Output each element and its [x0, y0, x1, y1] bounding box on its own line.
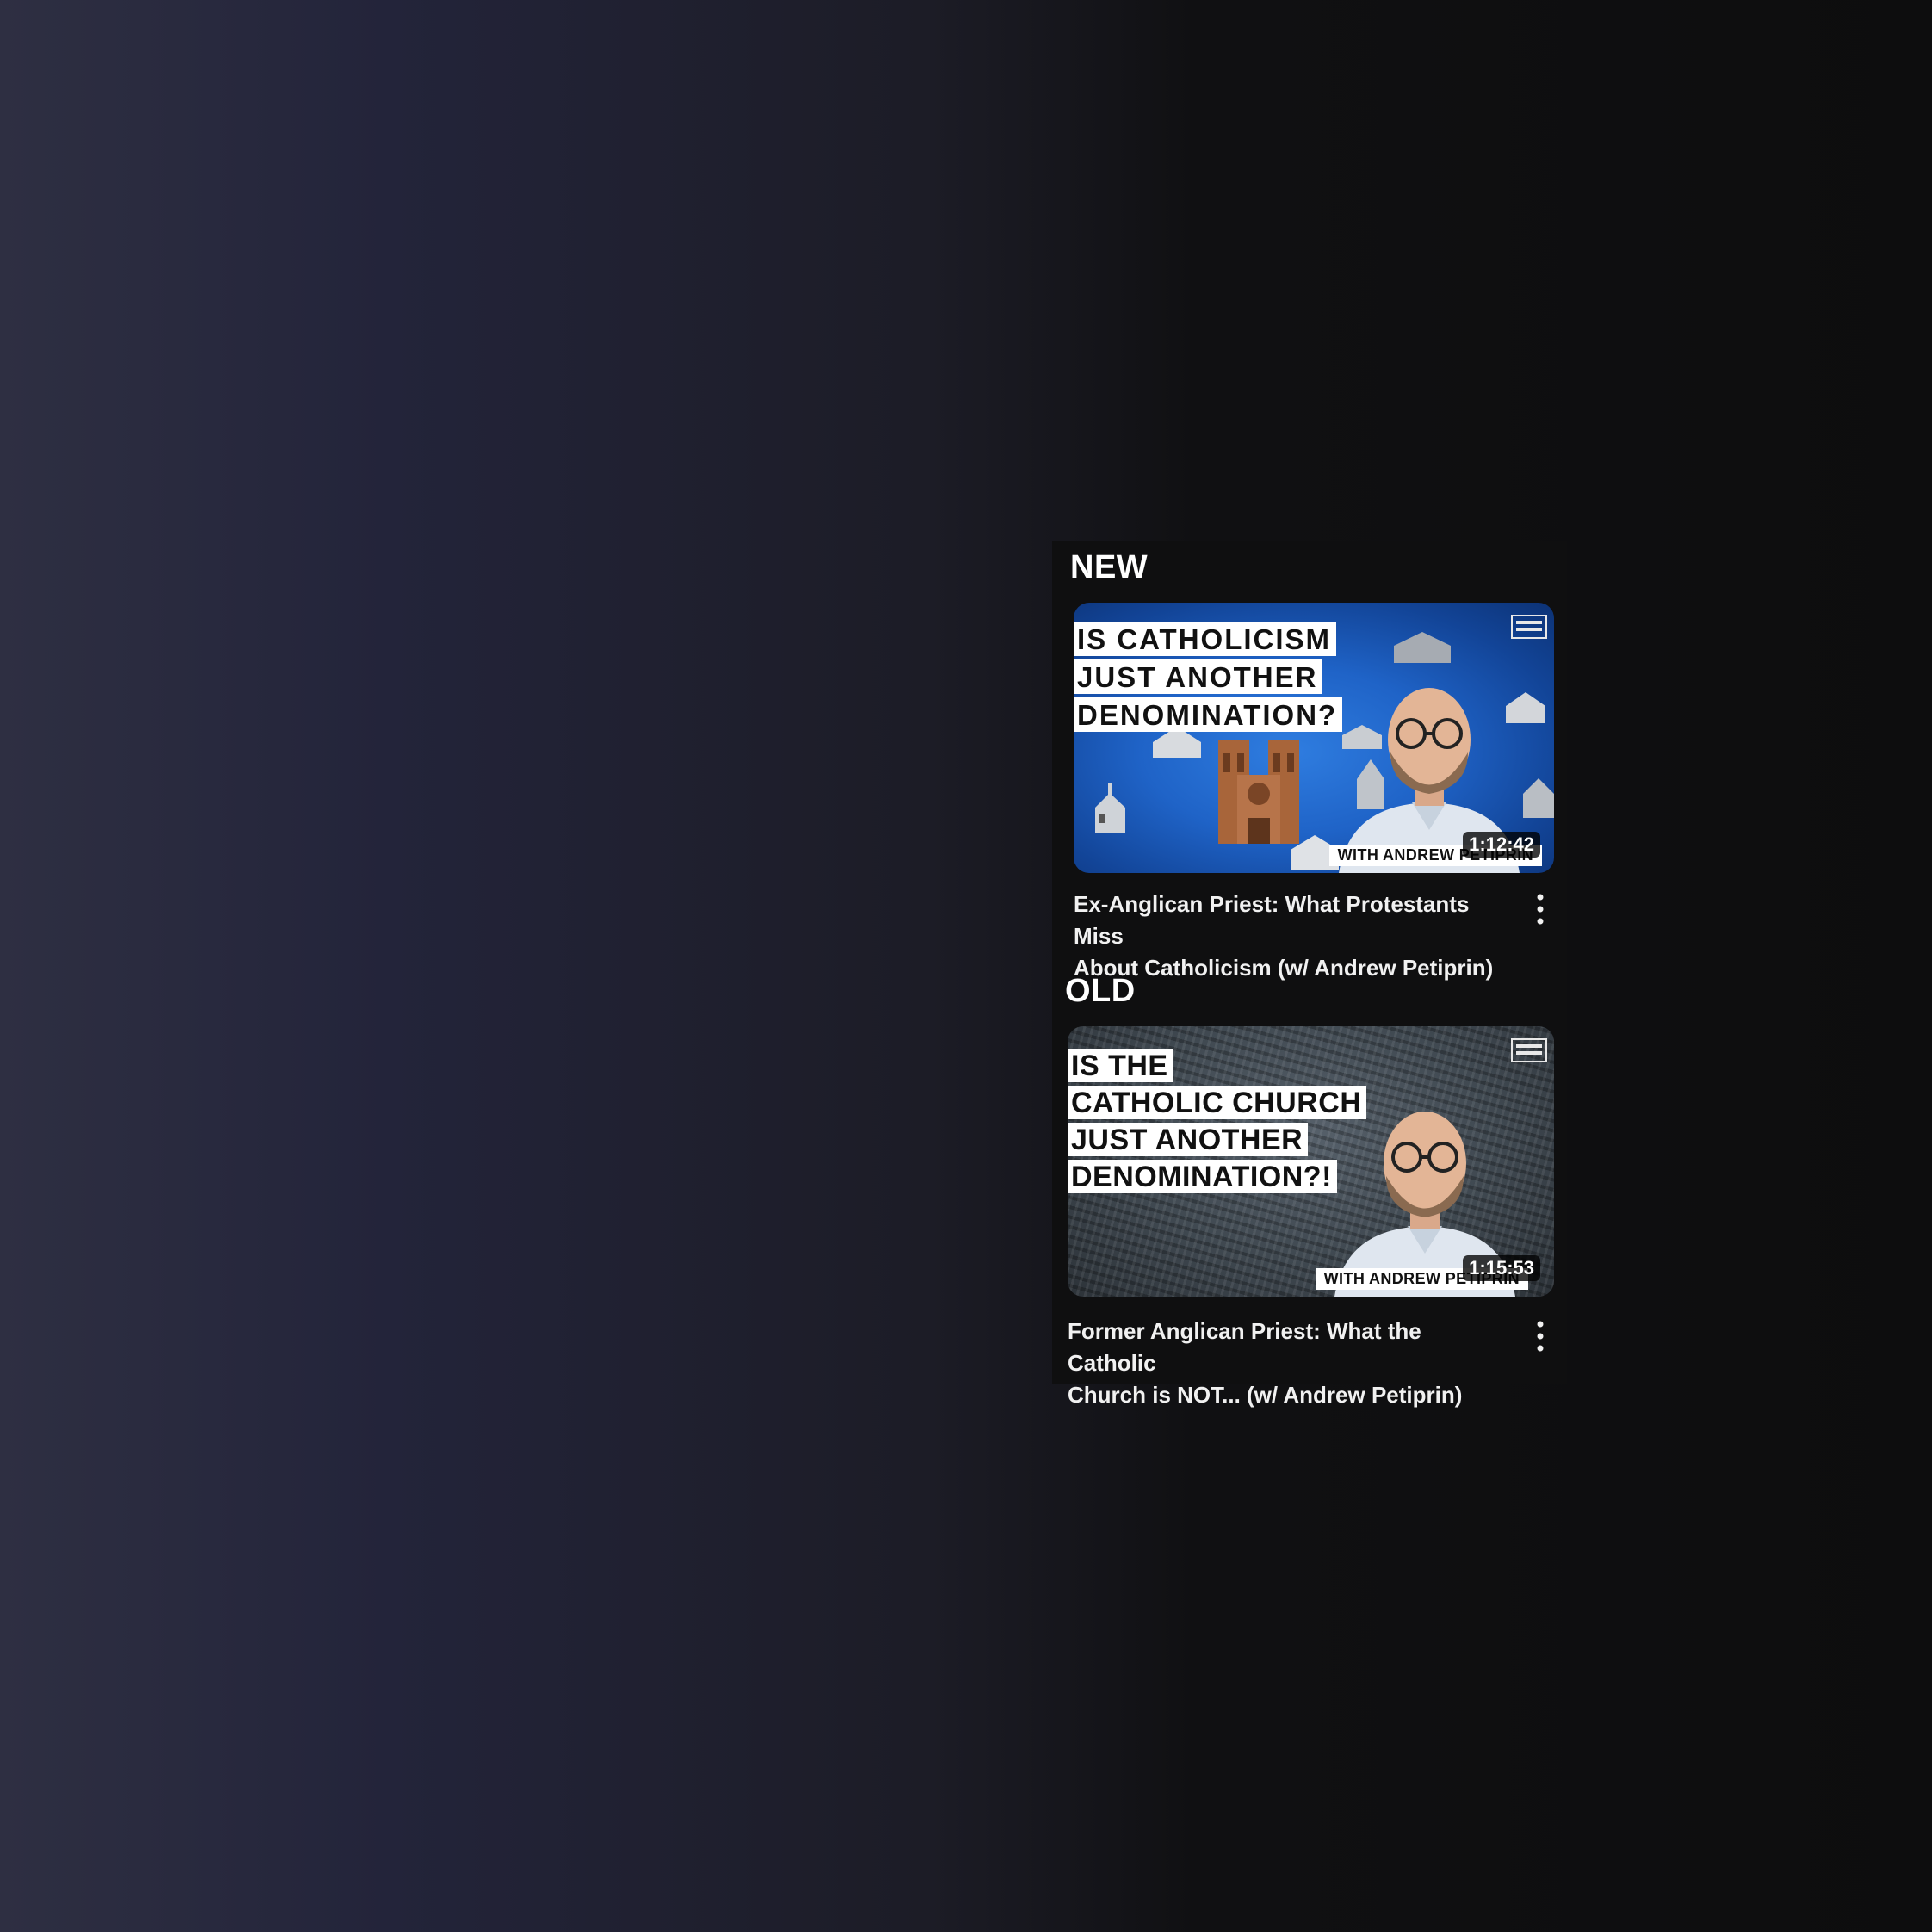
video-title-new[interactable]: Ex-Anglican Priest: What Protestants Mis… [1074, 889, 1504, 984]
title-line: Ex-Anglican Priest: What Protestants Mis… [1074, 891, 1470, 949]
church-icon [1394, 632, 1451, 663]
video-thumbnail-old[interactable]: IS THE CATHOLIC CHURCH JUST ANOTHER DENO… [1068, 1026, 1554, 1297]
channel-logo-icon [1511, 615, 1547, 639]
headline-line: IS THE [1068, 1049, 1173, 1082]
duration-badge: 1:12:42 [1463, 832, 1540, 858]
church-icon [1095, 783, 1125, 833]
title-line: About Catholicism (w/ Andrew Petiprin) [1074, 955, 1494, 981]
church-icon [1523, 778, 1554, 818]
title-line: Former Anglican Priest: What the Catholi… [1068, 1318, 1421, 1376]
headline-line: DENOMINATION? [1074, 697, 1343, 732]
headline-line: IS CATHOLICISM [1074, 622, 1337, 656]
cathedral-icon [1218, 740, 1299, 844]
duration-badge: 1:15:53 [1463, 1255, 1540, 1281]
headline-line: JUST ANOTHER [1074, 659, 1323, 694]
headline-line: JUST ANOTHER [1068, 1123, 1309, 1156]
video-thumbnail-new[interactable]: IS CATHOLICISM JUST ANOTHER DENOMINATION… [1074, 603, 1554, 873]
headline-line: DENOMINATION?! [1068, 1160, 1337, 1193]
section-label-old: OLD [1065, 973, 1136, 1009]
section-label-new: NEW [1070, 549, 1149, 585]
thumbnail-headline: IS CATHOLICISM JUST ANOTHER DENOMINATION… [1074, 622, 1343, 732]
headline-line: CATHOLIC CHURCH [1068, 1086, 1367, 1119]
thumbnail-headline: IS THE CATHOLIC CHURCH JUST ANOTHER DENO… [1068, 1049, 1367, 1193]
title-line: Church is NOT... (w/ Andrew Petiprin) [1068, 1382, 1463, 1408]
video-title-old[interactable]: Former Anglican Priest: What the Catholi… [1068, 1316, 1498, 1411]
more-vertical-icon[interactable] [1527, 1317, 1553, 1355]
more-vertical-icon[interactable] [1527, 890, 1553, 928]
channel-logo-icon [1511, 1038, 1547, 1062]
